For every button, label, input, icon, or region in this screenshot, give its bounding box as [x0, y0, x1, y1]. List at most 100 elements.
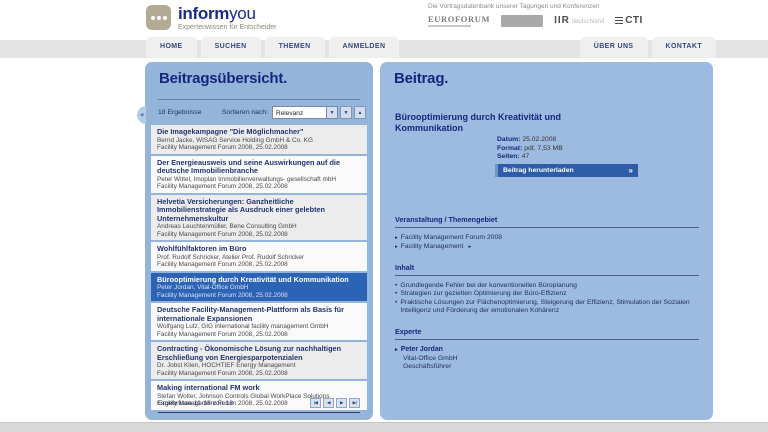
sort-select-value: Relevanz: [273, 107, 326, 118]
item-event: Facility Management Forum 2008, 25.02.20…: [157, 331, 361, 339]
tab-ueber-uns[interactable]: ÜBER UNS: [580, 37, 648, 58]
partner-logo-box: [501, 15, 543, 27]
item-event: Facility Management Forum 2008, 25.02.20…: [157, 261, 361, 269]
list-item[interactable]: Deutsche Facility-Management-Plattform a…: [151, 303, 367, 340]
collapse-arrow-icon: ◀: [140, 112, 144, 118]
format-value: pdf, 7,53 MB: [524, 145, 563, 152]
item-author: Bernd Jacke, WISAG Service Holding GmbH …: [157, 137, 361, 145]
page-last-icon: ▶|: [353, 400, 357, 406]
tab-home[interactable]: HOME: [146, 37, 197, 58]
seiten-value: 47: [522, 153, 530, 160]
informyou-logo[interactable]: informyou Expertenwissen für Entscheider: [146, 5, 276, 31]
brand-light: you: [229, 4, 256, 23]
tab-kontakt[interactable]: KONTAKT: [652, 37, 717, 58]
pagination-bar: Ergebnisse 11-18 von 18 |◀ ◀ ▶ ▶|: [158, 398, 360, 413]
iir-logo: IIRdeutschland: [554, 15, 604, 26]
list-item[interactable]: Helvetia Versicherungen: Ganzheitliche I…: [151, 195, 367, 241]
tab-anmelden[interactable]: ANMELDEN: [329, 37, 400, 58]
item-title: Helvetia Versicherungen: Ganzheitliche I…: [157, 198, 361, 224]
brand-wordmark: informyou: [178, 5, 276, 23]
section-experte: Experte ▸ Peter Jordan Vital-Office GmbH…: [395, 327, 699, 371]
page-first-icon: |◀: [314, 400, 318, 406]
download-arrow-icon: »: [629, 167, 633, 175]
sort-descending-button[interactable]: ▼: [340, 106, 352, 119]
chevron-right-icon: ▸: [468, 243, 471, 252]
tab-suchen[interactable]: SUCHEN: [201, 37, 261, 58]
page-next-icon: ▶: [340, 400, 343, 406]
list-item[interactable]: Contracting - Ökonomische Lösung zur nac…: [151, 342, 367, 379]
link-label: Facility Management Forum 2008: [401, 234, 502, 243]
item-author: Prof. Rudolf Schricker, Atelier Prof. Ru…: [157, 254, 361, 262]
sort-select[interactable]: Relevanz ▼: [272, 106, 338, 119]
bullet-item: •Praktische Lösungen zur Flächenoptimier…: [395, 299, 699, 316]
results-range: Ergebnisse 11-18 von 18: [158, 400, 308, 407]
chevron-right-icon: ▸: [395, 346, 398, 355]
page-footer-band: [0, 422, 768, 432]
detail-subtitle: Bürooptimierung durch Kreativität und Ko…: [395, 112, 595, 134]
item-author: Wolfgang Lutz, GIG international facilit…: [157, 323, 361, 331]
bullet-item: •Grundlegende Fehler bei der konventione…: [395, 282, 699, 290]
page-last-button[interactable]: ▶|: [349, 398, 360, 408]
tab-themen[interactable]: THEMEN: [265, 37, 325, 58]
page: informyou Expertenwissen für Entscheider…: [0, 0, 768, 432]
datum-label: Datum:: [497, 136, 520, 143]
sort-desc-icon: ▼: [344, 110, 349, 116]
list-item[interactable]: Der Energieausweis und seine Auswirkunge…: [151, 156, 367, 193]
item-event: Facility Management Forum 2008, 25.02.20…: [157, 144, 361, 152]
item-author: Peter Jordan, Vital-Office GmbH: [157, 284, 361, 292]
download-button-label: Beitrag herunterladen: [503, 167, 574, 174]
expert-role: Geschäftsführer: [403, 363, 699, 371]
topic-link[interactable]: ▸ Facility Management ▸: [395, 243, 699, 252]
detail-meta: Datum: 25.02.2008 Format: pdf, 7,53 MB S…: [497, 136, 563, 162]
detail-panel-title: Beitrag.: [394, 70, 448, 87]
item-author: Dr. Jobst Klien, HOCHTIEF Energy Managem…: [157, 362, 361, 370]
bullet-icon: •: [395, 282, 397, 290]
main-nav: HOME SUCHEN THEMEN ANMELDEN ÜBER UNS KON…: [0, 40, 768, 58]
list-item[interactable]: Die Imagekampagne "Die Möglichmacher" Be…: [151, 125, 367, 154]
item-title: Making international FM work: [157, 384, 361, 393]
bullet-icon: •: [395, 290, 397, 298]
page-prev-icon: ◀: [327, 400, 330, 406]
section-heading: Veranstaltung / Themengebiet: [395, 215, 699, 228]
result-list: Die Imagekampagne "Die Möglichmacher" Be…: [151, 125, 367, 410]
datum-value: 25.02.2008: [522, 136, 556, 143]
list-item[interactable]: Wohlfühlfaktoren im Büro Prof. Rudolf Sc…: [151, 242, 367, 271]
page-prev-button[interactable]: ◀: [323, 398, 334, 408]
page-first-button[interactable]: |◀: [310, 398, 321, 408]
format-label: Format:: [497, 145, 522, 152]
sort-ascending-button[interactable]: ▲: [354, 106, 366, 119]
item-event: Facility Management Forum 2008, 25.02.20…: [157, 183, 361, 191]
partner-logos: Die Vortragsdatenbank unserer Tagungen u…: [428, 3, 668, 27]
collapse-panel-handle[interactable]: ◀: [137, 106, 146, 124]
expert-link[interactable]: ▸ Peter Jordan: [395, 346, 699, 355]
chevron-right-icon: ▸: [395, 243, 398, 252]
cti-logo: CTI: [615, 15, 643, 26]
results-count: 18 Ergebnisse: [158, 109, 222, 116]
divider: [158, 99, 360, 100]
section-heading: Experte: [395, 327, 699, 340]
dropdown-arrow-icon[interactable]: ▼: [326, 107, 337, 118]
logo-dots-icon: [146, 5, 171, 30]
link-label: Facility Management: [401, 243, 464, 252]
bullet-icon: •: [395, 299, 397, 316]
content-bullets: •Grundlegende Fehler bei der konventione…: [395, 282, 699, 315]
item-author: Peter Wittel, Imoplan Immobilienverwaltu…: [157, 176, 361, 184]
bullet-item: •Strategien zur gezielten Optimierung de…: [395, 290, 699, 298]
item-author: Andreas Leuchtenmüller, Bene Consulting …: [157, 223, 361, 231]
item-title: Die Imagekampagne "Die Möglichmacher": [157, 128, 361, 137]
download-button[interactable]: Beitrag herunterladen »: [495, 164, 638, 177]
euroforum-logo: EUROFORUM: [428, 14, 490, 27]
page-next-button[interactable]: ▶: [336, 398, 347, 408]
brand-tagline: Expertenwissen für Entscheider: [178, 24, 276, 31]
event-link[interactable]: ▸ Facility Management Forum 2008: [395, 234, 699, 243]
item-event: Facility Management Forum 2008, 25.02.20…: [157, 231, 361, 239]
expert-company: Vital-Office GmbH: [403, 355, 699, 363]
header: informyou Expertenwissen für Entscheider…: [0, 0, 768, 40]
item-title: Wohlfühlfaktoren im Büro: [157, 245, 361, 254]
results-toolbar: 18 Ergebnisse Sortieren nach: Relevanz ▼…: [158, 106, 366, 119]
seiten-label: Seiten:: [497, 153, 520, 160]
item-title: Der Energieausweis und seine Auswirkunge…: [157, 159, 361, 176]
expert-name: Peter Jordan: [401, 346, 443, 355]
list-item-selected[interactable]: Bürooptimierung durch Kreativität und Ko…: [151, 273, 367, 302]
partner-caption: Die Vortragsdatenbank unserer Tagungen u…: [428, 3, 668, 10]
